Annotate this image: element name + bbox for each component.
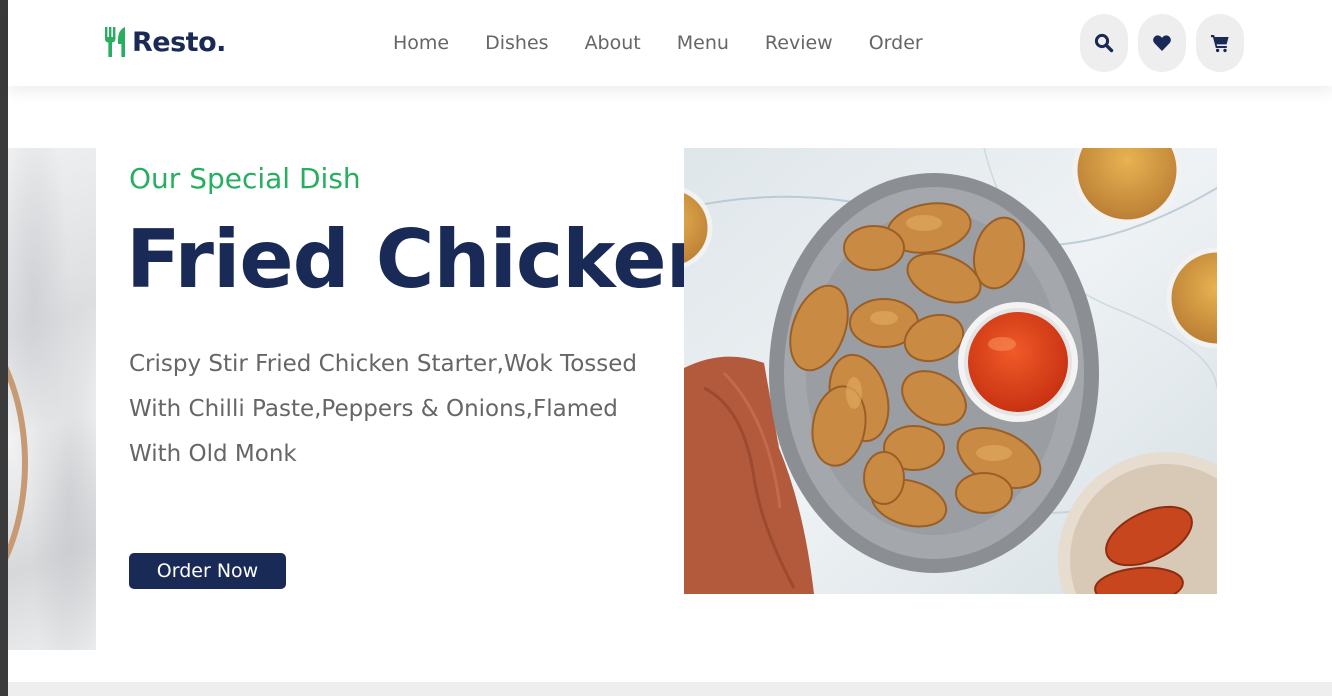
nav-order[interactable]: Order bbox=[869, 32, 923, 54]
nav-review[interactable]: Review bbox=[765, 32, 833, 54]
hero-description: Crispy Stir Fried Chicken Starter,Wok To… bbox=[129, 351, 637, 467]
utensils-icon bbox=[105, 27, 125, 57]
header-icons bbox=[1080, 14, 1244, 72]
order-now-button[interactable]: Order Now bbox=[129, 553, 286, 589]
nav-home[interactable]: Home bbox=[393, 32, 449, 54]
nav-dishes[interactable]: Dishes bbox=[485, 32, 548, 54]
nav-about[interactable]: About bbox=[585, 32, 641, 54]
nav-menu[interactable]: Menu bbox=[677, 32, 729, 54]
favorites-button[interactable] bbox=[1138, 14, 1186, 72]
site-header: Resto. Home Dishes About Menu Review Ord… bbox=[8, 0, 1332, 86]
hero-subtitle: Our Special Dish bbox=[129, 162, 361, 195]
dish-illustration bbox=[684, 148, 1217, 594]
logo[interactable]: Resto. bbox=[102, 22, 226, 62]
search-button[interactable] bbox=[1080, 14, 1128, 72]
next-section-band bbox=[8, 682, 1332, 696]
fried-chicken-image bbox=[684, 148, 1217, 594]
previous-slide-preview bbox=[8, 148, 96, 650]
search-icon bbox=[1094, 33, 1114, 53]
logo-text: Resto. bbox=[132, 26, 226, 58]
window-left-border bbox=[0, 0, 8, 696]
cart-button[interactable] bbox=[1196, 14, 1244, 72]
main-nav: Home Dishes About Menu Review Order bbox=[393, 28, 923, 58]
heart-icon bbox=[1153, 35, 1171, 51]
plate-edge bbox=[8, 298, 28, 628]
hero-title: Fried Chicken bbox=[126, 213, 723, 306]
cart-icon bbox=[1211, 35, 1229, 53]
